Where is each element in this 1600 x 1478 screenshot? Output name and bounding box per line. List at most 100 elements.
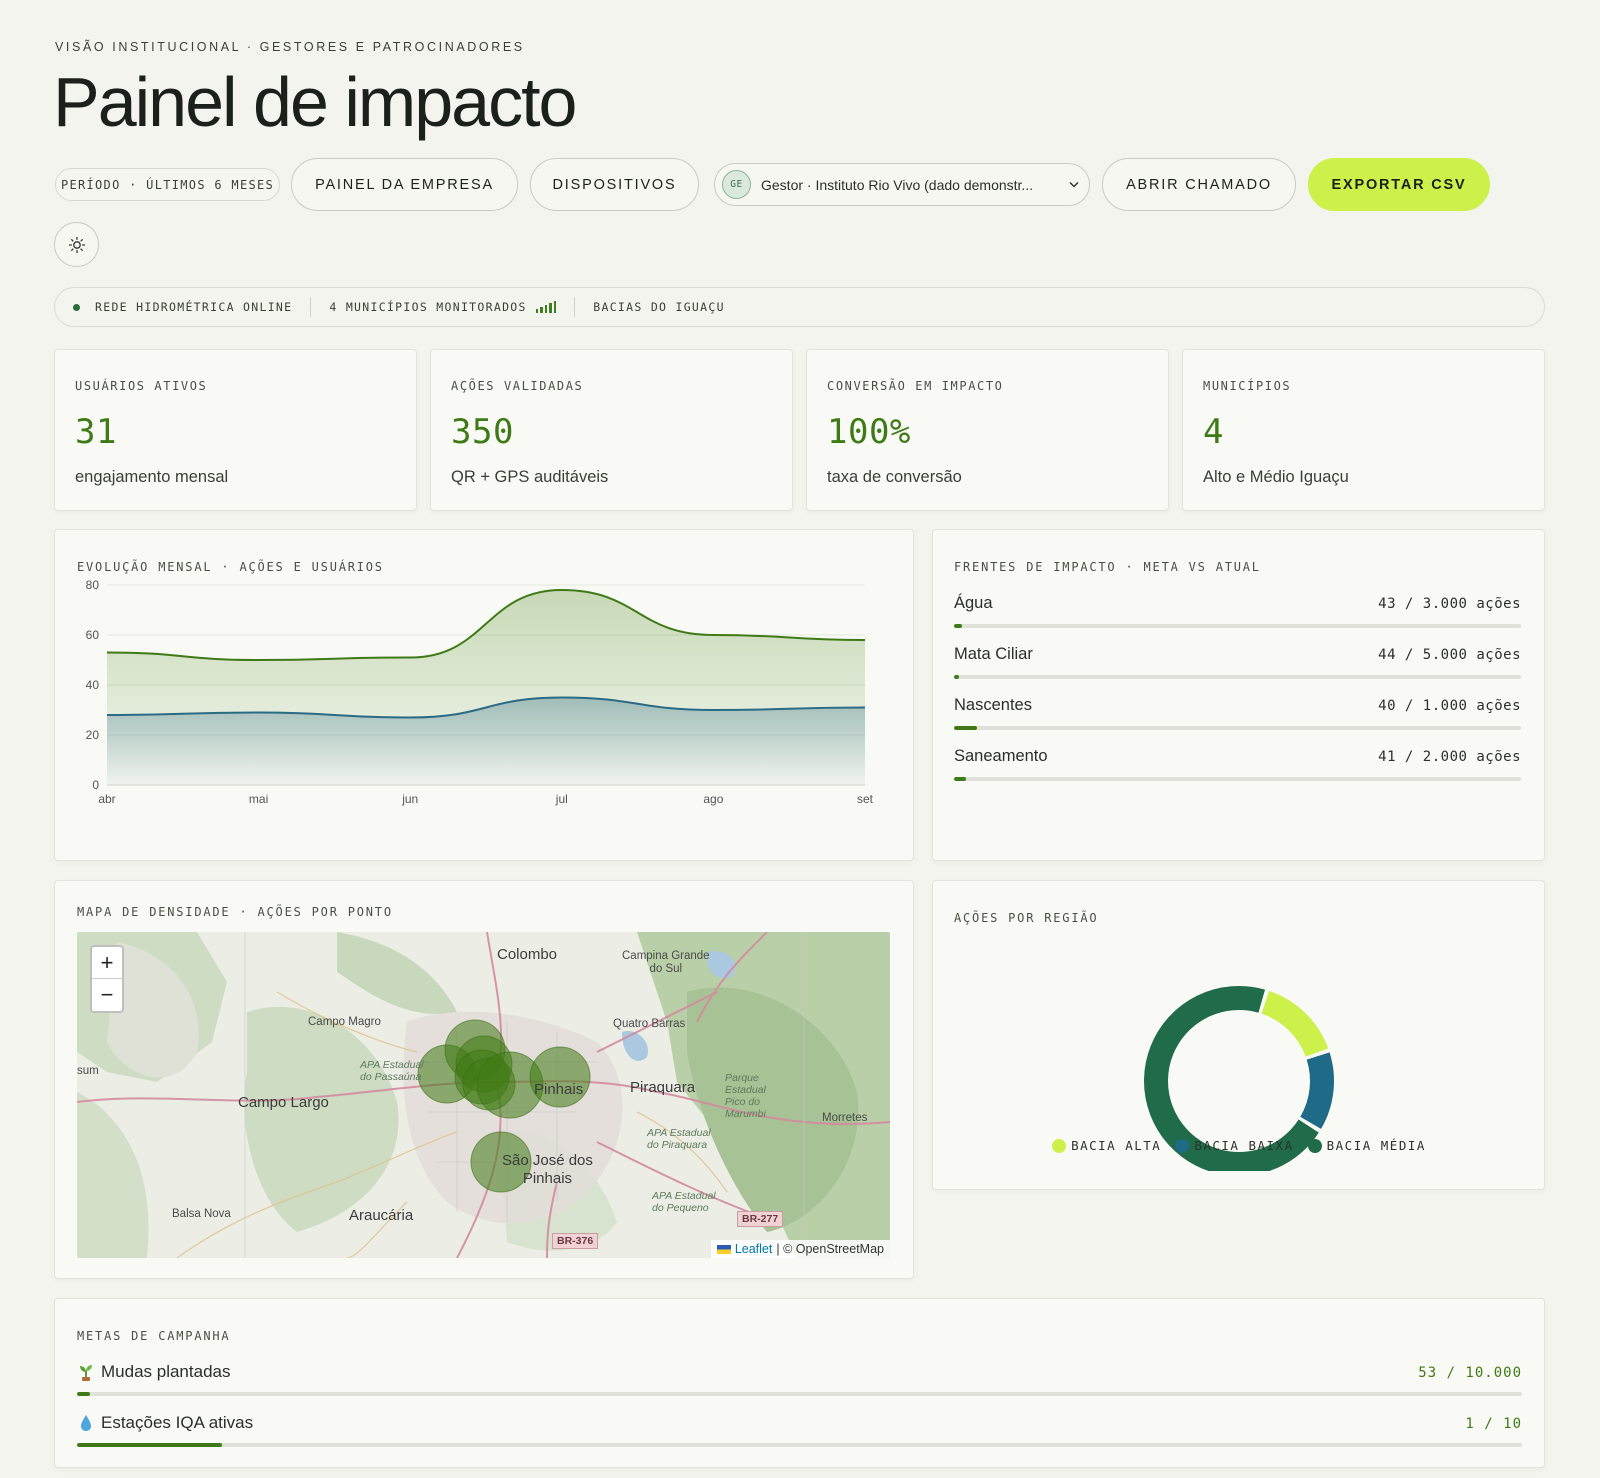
map-label: APA Estadual do Pequeno [652,1190,716,1214]
front-progress-fill [954,675,960,679]
goal-label: Estações IQA ativas [101,1413,254,1432]
kpi-value: 100% [827,412,911,452]
campaign-goals-title: METAS DE CAMPANHA [77,1329,231,1343]
online-status-dot [73,303,80,311]
network-status: REDE HIDROMÉTRICA ONLINE [95,300,293,314]
y-tick-label: 20 [86,728,100,742]
period-filter[interactable]: PERÍODO · ÚLTIMOS 6 MESES [55,168,280,201]
goal-progress-track [77,1392,1522,1396]
x-tick-label: mai [249,792,268,806]
seedling-icon [80,1365,92,1381]
municipalities-status: 4 MUNICÍPIOS MONITORADOS [329,300,527,314]
map-label: Campina Grande do Sul [622,950,710,975]
donut-slice[interactable] [1300,1052,1334,1129]
front-value: 41 / 2.000 ações [1378,749,1521,765]
kpi-label: USUÁRIOS ATIVOS [75,379,208,393]
regions-card: AÇÕES POR REGIÃO BACIA ALTA BACIA BAIXA … [932,880,1545,1190]
map-label: APA Estadual do Piraquara [647,1127,711,1151]
density-map[interactable]: Colombo Campina Grande do Sul Campo Magr… [77,932,890,1258]
kpi-subtitle: QR + GPS auditáveis [451,468,609,486]
gestor-select[interactable]: GE Gestor · Instituto Rio Vivo (dado dem… [714,163,1090,206]
x-tick-label: jun [401,792,418,806]
kpi-subtitle: Alto e Médio Iguaçu [1203,468,1349,486]
front-progress-track [954,675,1521,679]
goal-value: 53 / 10.000 [1418,1365,1522,1381]
evolution-chart-card: EVOLUÇÃO MENSAL · AÇÕES E USUÁRIOS 0 20 40… [54,529,914,861]
x-tick-label: ago [703,792,723,806]
legend-label: BACIA BAIXA [1194,1138,1294,1153]
theme-toggle-button[interactable] [54,222,99,267]
map-label: São José dos Pinhais [502,1152,593,1187]
zoom-out-button[interactable]: − [92,979,122,1011]
page-title: Painel de impacto [53,63,577,141]
x-tick-label: abr [98,792,115,806]
chevron-down-icon [1059,181,1089,188]
kpi-value: 350 [451,412,514,452]
road-shield: BR-376 [552,1233,599,1249]
legend-swatch [1307,1138,1322,1153]
sun-icon [68,236,85,253]
map-label: Campo Largo [238,1094,329,1111]
y-tick-label: 60 [86,628,100,642]
open-ticket-button[interactable]: ABRIR CHAMADO [1102,158,1296,211]
evolution-chart: 0 20 40 60 80 abr mai jun jul ago set [86,578,874,806]
front-name: Nascentes [954,696,1032,714]
map-zoom-control: + − [90,945,124,1013]
devices-button[interactable]: DISPOSITIVOS [530,158,699,211]
kpi-subtitle: taxa de conversão [827,468,962,486]
map-label: Balsa Nova [172,1208,231,1220]
front-progress-fill [954,624,963,628]
campaign-goals-card: METAS DE CAMPANHA Mudas plantadas 53 / 1… [54,1298,1545,1468]
gestor-select-value: Gestor · Instituto Rio Vivo (dado demons… [761,176,1034,193]
kpi-value: 4 [1203,412,1224,452]
leaflet-link[interactable]: Leaflet [735,1242,773,1256]
kpi-card-actions: AÇÕES VALIDADAS 350 QR + GPS auditáveis [430,349,793,511]
signal-bars-icon [535,301,557,313]
legend-label: BACIA ALTA [1071,1138,1162,1153]
y-tick-label: 80 [86,578,100,592]
divider [310,297,312,317]
map-label: Colombo [497,946,558,963]
front-value: 44 / 5.000 ações [1378,647,1521,663]
impact-fronts-card: FRENTES DE IMPACTO · META VS ATUAL Água … [932,529,1545,861]
kpi-subtitle: engajamento mensal [75,468,229,486]
legend-swatch [1175,1138,1190,1153]
goal-value: 1 / 10 [1465,1416,1522,1432]
map-label: APA Estadual do Passaúna [360,1059,424,1083]
donut-slice[interactable] [1261,990,1329,1058]
legend-swatch [1052,1138,1067,1153]
page-eyebrow: VISÃO INSTITUCIONAL · GESTORES E PATROCI… [55,40,525,54]
goal-label: Mudas plantadas [101,1362,231,1381]
kpi-label: AÇÕES VALIDADAS [451,379,584,393]
map-label: Parque Estadual Pico do Marumbi [725,1072,766,1120]
road-shield: BR-277 [737,1211,784,1227]
map-label: Piraquara [630,1079,696,1096]
kpi-card-conversion: CONVERSÃO EM IMPACTO 100% taxa de conver… [806,349,1169,511]
density-map-title: MAPA DE DENSIDADE · AÇÕES POR PONTO [77,905,393,919]
zoom-in-button[interactable]: + [92,947,122,979]
ukraine-flag-icon [716,1244,731,1254]
map-label: Morretes [822,1112,868,1124]
osm-attribution: | © OpenStreetMap [776,1242,884,1256]
goal-progress-track [77,1443,1522,1447]
map-label: Campo Magro [308,1016,381,1028]
front-progress-track [954,624,1521,628]
basins-status: BACIAS DO IGUAÇU [593,300,725,314]
map-attribution: Leaflet | © OpenStreetMap [710,1240,890,1258]
front-progress-track [954,726,1521,730]
export-csv-button[interactable]: EXPORTAR CSV [1308,158,1490,211]
regions-donut-chart [1144,986,1334,1171]
company-panel-button[interactable]: PAINEL DA EMPRESA [291,158,518,211]
front-name: Mata Ciliar [954,645,1033,663]
kpi-card-users: USUÁRIOS ATIVOS 31 engajamento mensal [54,349,417,511]
front-value: 43 / 3.000 ações [1378,596,1521,612]
kpi-label: MUNICÍPIOS [1203,379,1292,393]
legend-item: BACIA MÉDIA [1307,1138,1426,1153]
map-label: Araucária [349,1207,414,1224]
y-tick-label: 40 [86,678,100,692]
front-progress-track [954,777,1521,781]
goal-progress-fill [77,1392,90,1396]
x-tick-label: set [857,792,874,806]
x-tick-label: jul [555,792,568,806]
map-label: Pinhais [534,1081,584,1098]
